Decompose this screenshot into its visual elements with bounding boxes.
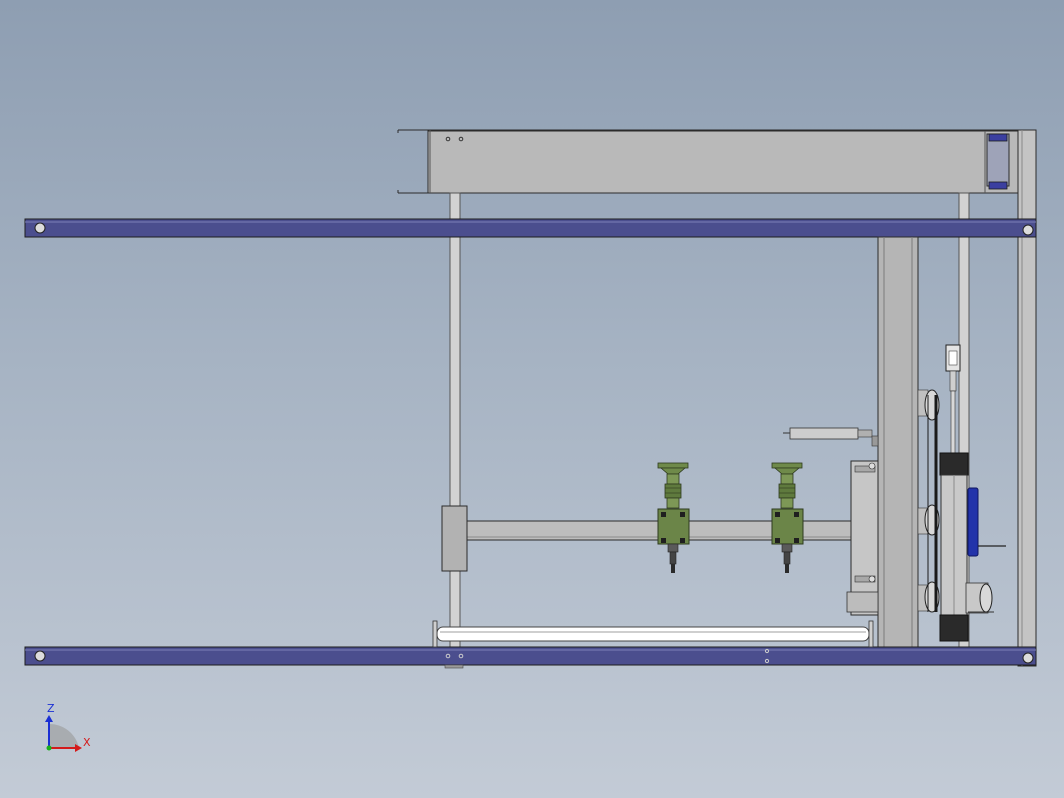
vertical-column bbox=[877, 236, 919, 648]
top-frame-rail bbox=[24, 218, 1037, 238]
top-channel-beam bbox=[397, 129, 1019, 194]
slider-block bbox=[441, 505, 468, 572]
y-axis-dot bbox=[46, 745, 52, 751]
left-guide-rod bbox=[449, 192, 461, 666]
belt-drive-assembly bbox=[917, 389, 940, 613]
blue-drive-motor bbox=[967, 487, 1006, 557]
triad-plane-shading bbox=[49, 723, 79, 748]
arm-mounting-plate bbox=[846, 460, 879, 616]
horizontal-sensor-cylinder bbox=[783, 427, 879, 447]
end-bracket-blue bbox=[986, 133, 1010, 190]
cad-viewport[interactable]: Z X bbox=[0, 0, 1064, 798]
bottom-frame-rail bbox=[24, 646, 1037, 669]
coordinate-triad: Z X bbox=[45, 702, 91, 752]
gearbox-spindle-unit-1 bbox=[657, 462, 690, 573]
gearbox-spindle-unit-2 bbox=[771, 462, 804, 573]
right-vertical-post bbox=[1017, 129, 1037, 667]
z-axis-label: Z bbox=[47, 702, 55, 715]
bottom-roller-shaft bbox=[432, 620, 874, 648]
lower-pulley-tensioner bbox=[965, 582, 994, 614]
x-axis-label: X bbox=[83, 736, 91, 749]
